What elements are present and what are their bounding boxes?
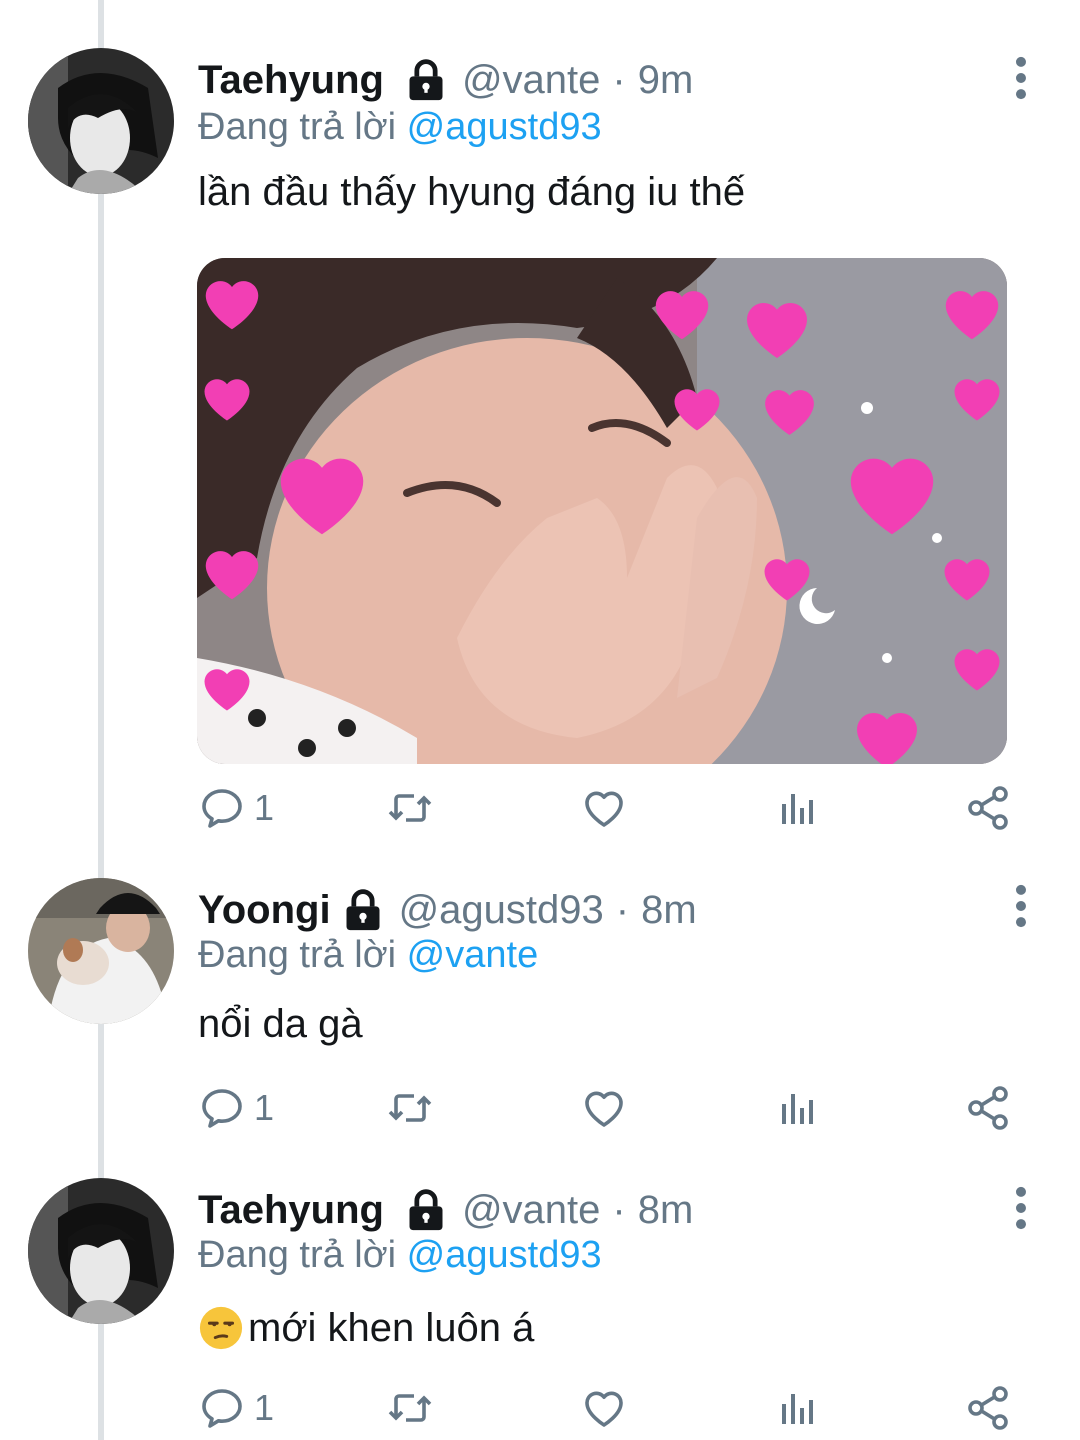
avatar[interactable] [28, 48, 174, 194]
share-button[interactable] [964, 1378, 1012, 1438]
display-name[interactable]: Taehyung [198, 1188, 384, 1233]
handle[interactable]: @vante [462, 58, 600, 103]
share-button[interactable] [964, 1078, 1012, 1138]
replying-mention[interactable]: @vante [407, 934, 539, 976]
stats-button[interactable] [772, 1378, 820, 1438]
replying-to: Đang trả lời @vante [198, 934, 538, 990]
tweet[interactable]: Yoongi @agustd93 · 8m Đang trả lời @vant… [0, 850, 1080, 1150]
share-icon [964, 1084, 1012, 1132]
reply-button[interactable]: 1 [198, 1078, 274, 1138]
retweet-icon [386, 1084, 434, 1132]
action-bar: 1 [0, 778, 1080, 838]
like-icon [580, 1384, 628, 1432]
reply-icon [198, 784, 246, 832]
avatar[interactable] [28, 878, 174, 1024]
tweet-header: Yoongi @agustd93 · 8m [198, 880, 697, 940]
replying-mention[interactable]: @agustd93 [407, 106, 602, 148]
retweet-icon [386, 1384, 434, 1432]
tweet[interactable]: Taehyung @vante · 8m Đang trả lời @agust… [0, 1150, 1080, 1440]
avatar-image [28, 48, 174, 194]
reply-button[interactable]: 1 [198, 778, 274, 838]
tweet-text-content: mới khen luôn á [248, 1305, 535, 1350]
reply-count: 1 [254, 1387, 275, 1428]
media-image [197, 258, 1007, 764]
more-vertical-icon[interactable] [1006, 56, 1036, 100]
like-button[interactable] [580, 1378, 628, 1438]
timestamp[interactable]: 8m [638, 1188, 694, 1233]
like-button[interactable] [580, 778, 628, 838]
lock-icon [404, 1188, 448, 1232]
handle[interactable]: @vante [462, 1188, 600, 1233]
timestamp[interactable]: 8m [641, 888, 697, 933]
handle[interactable]: @agustd93 [399, 888, 604, 933]
separator: · [615, 887, 630, 932]
unamused-face-emoji-icon [199, 1306, 243, 1350]
separator: · [612, 57, 626, 102]
avatar-image [28, 1178, 174, 1324]
avatar-image [28, 878, 174, 1024]
tweet-text: lần đầu thấy hyung đáng iu thế [198, 170, 746, 214]
replying-prefix: Đang trả lời [198, 934, 397, 976]
replying-prefix: Đang trả lời [198, 1234, 397, 1276]
tweet-header: Taehyung @vante · 8m [198, 1180, 693, 1240]
tweet-media[interactable] [197, 258, 1007, 764]
stats-icon [772, 1084, 820, 1132]
retweet-button[interactable] [386, 778, 434, 838]
retweet-icon [386, 784, 434, 832]
stats-button[interactable] [772, 1078, 820, 1138]
share-button[interactable] [964, 778, 1012, 838]
share-icon [964, 1384, 1012, 1432]
like-icon [580, 784, 628, 832]
tweet[interactable]: Taehyung @vante · 9m Đang trả lời @agust… [0, 0, 1080, 850]
timestamp[interactable]: 9m [638, 58, 694, 103]
replying-mention[interactable]: @agustd93 [407, 1234, 602, 1276]
display-name[interactable]: Yoongi [198, 888, 331, 933]
more-vertical-icon[interactable] [1006, 884, 1036, 928]
reply-count: 1 [254, 1087, 275, 1128]
retweet-button[interactable] [386, 1078, 434, 1138]
retweet-button[interactable] [386, 1378, 434, 1438]
share-icon [964, 784, 1012, 832]
tweet-text: nổi da gà [198, 1002, 363, 1046]
replying-prefix: Đang trả lời [198, 106, 397, 148]
separator: · [612, 1187, 626, 1232]
lock-icon [404, 58, 448, 102]
action-bar: 1 [0, 1378, 1080, 1438]
like-button[interactable] [580, 1078, 628, 1138]
reply-count: 1 [254, 787, 275, 828]
avatar[interactable] [28, 1178, 174, 1324]
reply-icon [198, 1084, 246, 1132]
replying-to: Đang trả lời @agustd93 [198, 106, 602, 162]
more-vertical-icon[interactable] [1006, 1186, 1036, 1230]
like-icon [580, 1084, 628, 1132]
lock-icon [341, 888, 385, 932]
stats-icon [772, 1384, 820, 1432]
replying-to: Đang trả lời @agustd93 [198, 1234, 602, 1290]
display-name[interactable]: Taehyung [198, 58, 384, 103]
tweet-header: Taehyung @vante · 9m [198, 50, 693, 110]
reply-icon [198, 1384, 246, 1432]
stats-button[interactable] [772, 778, 820, 838]
reply-button[interactable]: 1 [198, 1378, 274, 1438]
action-bar: 1 [0, 1078, 1080, 1138]
tweet-text: mới khen luôn á [198, 1300, 534, 1356]
stats-icon [772, 784, 820, 832]
